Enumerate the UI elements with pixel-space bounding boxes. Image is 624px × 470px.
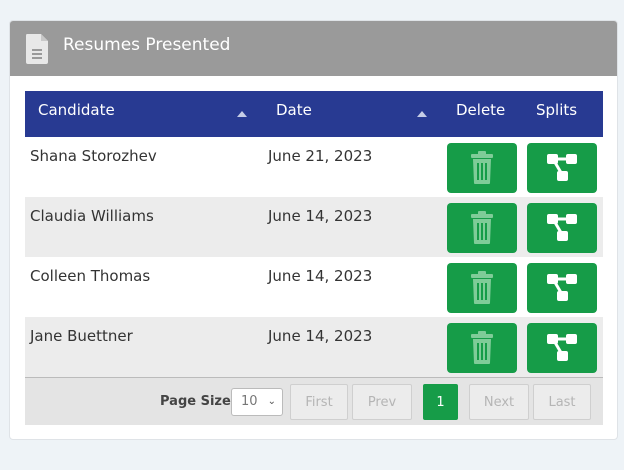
delete-button[interactable]	[447, 323, 517, 373]
split-icon	[547, 154, 577, 181]
delete-button[interactable]	[447, 203, 517, 253]
candidate-name: Shana Storozhev	[30, 147, 157, 165]
next-page-button[interactable]: Next	[469, 384, 529, 420]
delete-button[interactable]	[447, 143, 517, 193]
candidate-name: Colleen Thomas	[30, 267, 151, 285]
trash-icon	[471, 211, 493, 244]
trash-icon	[471, 151, 493, 184]
split-icon	[547, 334, 577, 361]
page-size-value: 10	[241, 394, 258, 409]
table-row: Colleen Thomas June 14, 2023	[25, 257, 603, 317]
splits-button[interactable]	[527, 143, 597, 193]
page-size-label: Page Size	[160, 394, 231, 409]
presented-date: June 14, 2023	[268, 327, 373, 345]
splits-button[interactable]	[527, 323, 597, 373]
pager: Page Size 10 ⌄ First Prev 1 Next Last	[25, 377, 603, 425]
column-header-delete: Delete	[456, 101, 506, 119]
panel-header: Resumes Presented	[10, 21, 617, 76]
sort-arrow-icon[interactable]	[417, 111, 427, 117]
delete-button[interactable]	[447, 263, 517, 313]
presented-date: June 21, 2023	[268, 147, 373, 165]
chevron-down-icon: ⌄	[267, 396, 276, 407]
presented-date: June 14, 2023	[268, 267, 373, 285]
first-page-button[interactable]: First	[290, 384, 348, 420]
column-header-date[interactable]: Date	[276, 101, 312, 119]
grid-header: Candidate Date Delete Splits	[25, 91, 603, 137]
trash-icon	[471, 331, 493, 364]
table-row: Claudia Williams June 14, 2023	[25, 197, 603, 257]
presented-date: June 14, 2023	[268, 207, 373, 225]
table-row: Shana Storozhev June 21, 2023	[25, 137, 603, 197]
column-header-candidate[interactable]: Candidate	[38, 101, 115, 119]
prev-page-button[interactable]: Prev	[352, 384, 412, 420]
split-icon	[547, 274, 577, 301]
resumes-panel: Resumes Presented Candidate Date Delete …	[9, 20, 618, 440]
last-page-button[interactable]: Last	[533, 384, 591, 420]
page-1-button[interactable]: 1	[423, 384, 458, 420]
candidate-name: Jane Buettner	[30, 327, 133, 345]
trash-icon	[471, 271, 493, 304]
panel-title: Resumes Presented	[63, 34, 231, 55]
document-icon	[26, 33, 48, 64]
split-icon	[547, 214, 577, 241]
page-size-select[interactable]: 10 ⌄	[231, 388, 283, 416]
splits-button[interactable]	[527, 263, 597, 313]
column-header-splits: Splits	[536, 101, 578, 119]
table-row: Jane Buettner June 14, 2023	[25, 317, 603, 377]
sort-arrow-icon[interactable]	[237, 111, 247, 117]
splits-button[interactable]	[527, 203, 597, 253]
candidate-name: Claudia Williams	[30, 207, 154, 225]
resumes-grid: Candidate Date Delete Splits Shana Storo…	[25, 91, 603, 425]
